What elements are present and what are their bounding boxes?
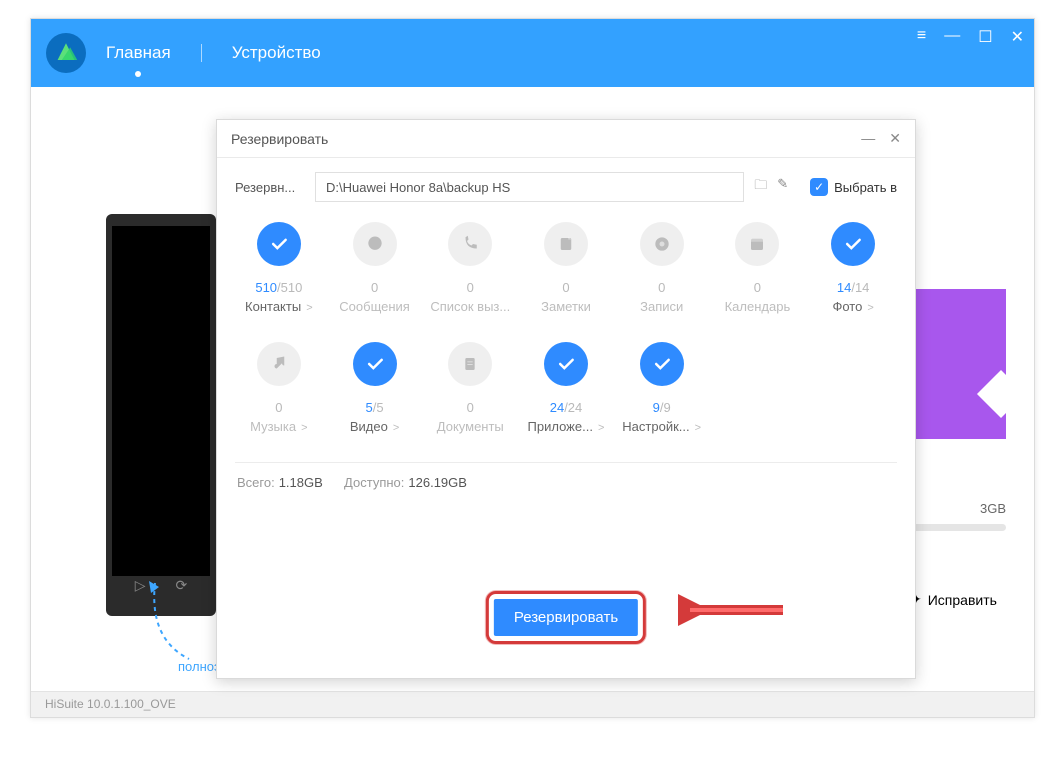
bubble-icon [353, 222, 397, 266]
category-записи[interactable]: 0 Записи [614, 222, 710, 314]
category-label: Записи [614, 299, 710, 314]
category-настройк[interactable]: 9/9 Настройк... > [614, 342, 710, 434]
checkmark-icon [257, 222, 301, 266]
category-count: 0 [614, 280, 710, 295]
backup-button[interactable]: Резервировать [494, 599, 638, 636]
category-label: Сообщения [327, 299, 423, 314]
backup-path-input[interactable]: D:\Huawei Honor 8a\backup HS [315, 172, 744, 202]
checkmark-icon [353, 342, 397, 386]
annotation-arrow-icon [678, 590, 788, 630]
category-документы[interactable]: 0 Документы [422, 342, 518, 434]
category-count: 14/14 [805, 280, 901, 295]
backup-button-highlight: Резервировать [486, 591, 646, 644]
phone-screen [112, 226, 210, 576]
category-видео[interactable]: 5/5 Видео > [327, 342, 423, 434]
category-фото[interactable]: 14/14 Фото > [805, 222, 901, 314]
checkmark-icon [640, 342, 684, 386]
category-label: Приложе... > [518, 419, 614, 434]
close-icon[interactable]: ✕ [1011, 27, 1024, 47]
category-count: 0 [518, 280, 614, 295]
category-count: 0 [231, 400, 327, 415]
music-icon [257, 342, 301, 386]
category-label: Список выз... [422, 299, 518, 314]
maximize-icon[interactable]: ☐ [978, 27, 992, 47]
path-label: Резервн... [235, 180, 305, 195]
folder-icon[interactable]: 🗀 [754, 176, 767, 198]
category-label: Видео > [327, 419, 423, 434]
doc-icon [448, 342, 492, 386]
nav-main[interactable]: Главная [106, 43, 171, 63]
category-label: Фото > [805, 299, 901, 314]
category-label: Музыка > [231, 419, 327, 434]
category-списоквыз[interactable]: 0 Список выз... [422, 222, 518, 314]
category-count: 5/5 [327, 400, 423, 415]
category-музыка[interactable]: 0 Музыка > [231, 342, 327, 434]
modal-minimize-icon[interactable]: — [861, 130, 875, 147]
category-приложе[interactable]: 24/24 Приложе... > [518, 342, 614, 434]
category-tile[interactable] [910, 289, 1006, 439]
category-count: 9/9 [614, 400, 710, 415]
backup-modal: Резервировать — ✕ Резервн... D:\Huawei H… [216, 119, 916, 679]
category-сообщения[interactable]: 0 Сообщения [327, 222, 423, 314]
checkmark-icon [544, 342, 588, 386]
category-календарь[interactable]: 0 Календарь [710, 222, 806, 314]
phone-preview: ▷ ⟳ [106, 214, 216, 616]
category-count: 510/510 [231, 280, 327, 295]
category-count: 0 [710, 280, 806, 295]
note-icon [544, 222, 588, 266]
category-контакты[interactable]: 510/510 Контакты > [231, 222, 327, 314]
category-count: 0 [422, 280, 518, 295]
checkmark-icon [831, 222, 875, 266]
category-label: Документы [422, 419, 518, 434]
edit-icon[interactable]: ✎ [777, 176, 788, 198]
hamburger-icon[interactable]: ≡ [917, 27, 926, 47]
category-label: Календарь [710, 299, 806, 314]
category-label: Контакты > [231, 299, 327, 314]
rec-icon [640, 222, 684, 266]
category-label: Настройк... > [614, 419, 710, 434]
select-all-checkbox[interactable]: ✓ Выбрать в [810, 178, 897, 196]
status-bar: HiSuite 10.0.1.100_OVE [31, 691, 1034, 717]
nav-device[interactable]: Устройство [232, 43, 321, 63]
app-logo-icon [46, 33, 86, 73]
category-count: 0 [327, 280, 423, 295]
category-count: 0 [422, 400, 518, 415]
category-заметки[interactable]: 0 Заметки [518, 222, 614, 314]
checkbox-checked-icon: ✓ [810, 178, 828, 196]
modal-close-icon[interactable]: ✕ [889, 130, 901, 147]
minimize-icon[interactable]: — [944, 27, 960, 47]
category-label: Заметки [518, 299, 614, 314]
title-bar: Главная Устройство ≡ — ☐ ✕ [31, 19, 1034, 87]
play-icon[interactable]: ▷ [135, 577, 146, 594]
modal-title: Резервировать [231, 131, 328, 147]
category-count: 24/24 [518, 400, 614, 415]
totals-row: Всего:1.18GB Доступно:126.19GB [217, 463, 915, 502]
app-window: Главная Устройство ≡ — ☐ ✕ ▷ ⟳ полноэкра… [30, 18, 1035, 718]
storage-text: 3GB [910, 501, 1006, 516]
hint-arrow-icon [145, 579, 215, 667]
fix-button[interactable]: ✦ Исправить [910, 591, 1006, 608]
storage-bar [910, 524, 1006, 531]
phone-icon [448, 222, 492, 266]
cal-icon [735, 222, 779, 266]
